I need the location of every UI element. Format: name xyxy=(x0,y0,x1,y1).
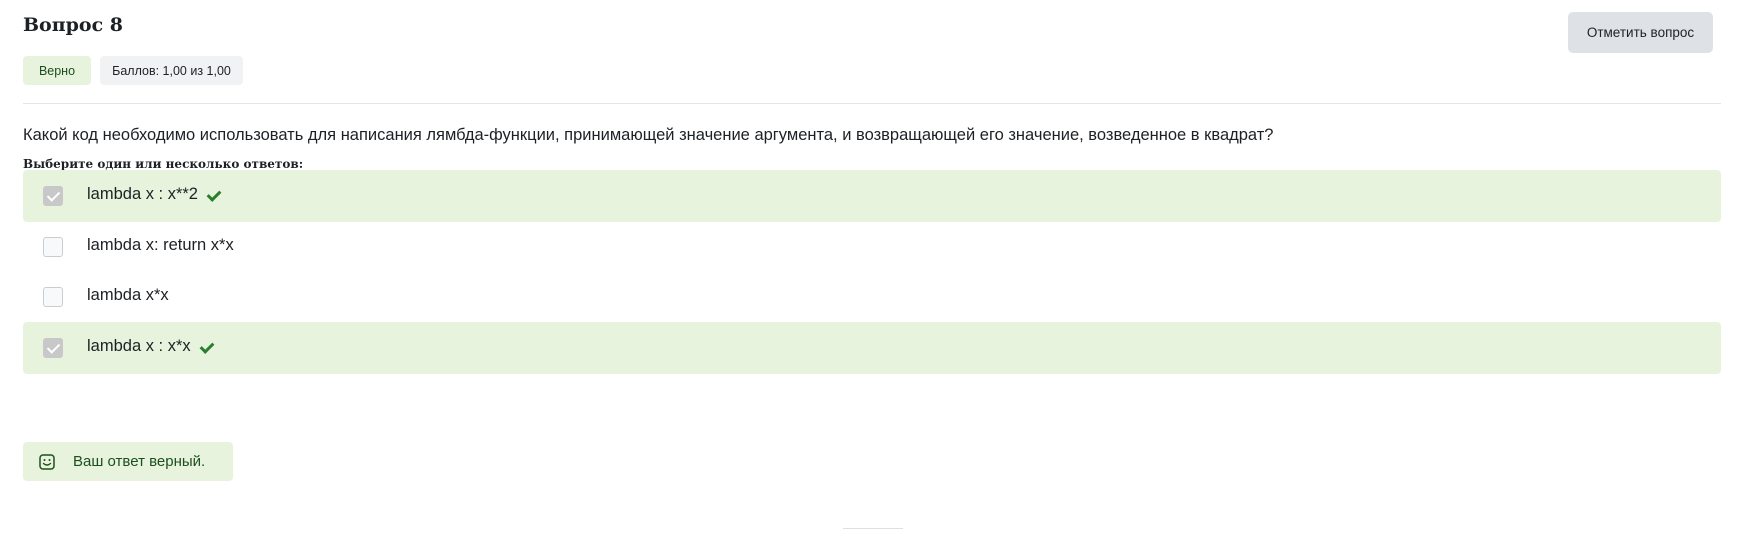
answer-option-2[interactable]: lambda x: return x*x xyxy=(23,221,1721,273)
answer-checkbox[interactable] xyxy=(43,237,63,257)
answer-checkbox[interactable] xyxy=(43,287,63,307)
answer-label: lambda x: return x*x xyxy=(87,236,234,255)
question-page: Вопрос 8 Отметить вопрос Верно Баллов: 1… xyxy=(0,0,1738,559)
question-text: Какой код необходимо использовать для на… xyxy=(23,126,1274,144)
answer-option-1[interactable]: lambda x : x**2 xyxy=(23,170,1721,222)
answer-text: lambda x*x xyxy=(87,286,169,304)
question-title: Вопрос 8 xyxy=(23,14,124,36)
answer-option-3[interactable]: lambda x*x xyxy=(23,271,1721,323)
feedback-text: Ваш ответ верный. xyxy=(73,453,206,470)
answer-checkbox[interactable] xyxy=(43,338,63,358)
flag-question-button[interactable]: Отметить вопрос xyxy=(1568,12,1713,53)
answer-option-4[interactable]: lambda x : x*x xyxy=(23,322,1721,374)
smile-icon xyxy=(39,454,55,470)
feedback-box: Ваш ответ верный. xyxy=(23,442,233,481)
answer-label: lambda x : x**2 xyxy=(87,185,220,204)
answer-text: lambda x: return x*x xyxy=(87,236,234,254)
answer-text: lambda x : x**2 xyxy=(87,185,198,203)
answer-checkbox[interactable] xyxy=(43,186,63,206)
divider xyxy=(23,103,1721,104)
correct-check-icon xyxy=(206,188,220,202)
correct-check-icon xyxy=(199,340,213,354)
answer-label: lambda x*x xyxy=(87,286,169,305)
grade-badge: Баллов: 1,00 из 1,00 xyxy=(100,56,243,85)
status-badge: Верно xyxy=(23,56,91,85)
answer-prompt: Выберите один или несколько ответов: xyxy=(23,157,304,171)
answer-text: lambda x : x*x xyxy=(87,337,191,355)
bottom-divider xyxy=(843,528,903,529)
answer-label: lambda x : x*x xyxy=(87,337,213,356)
